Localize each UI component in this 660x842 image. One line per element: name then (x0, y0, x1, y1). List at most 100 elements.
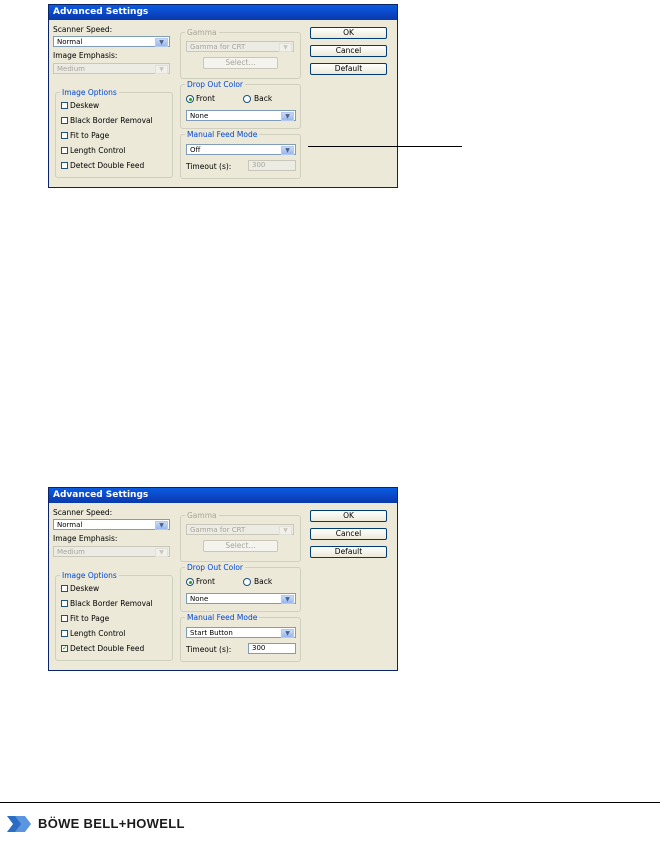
drop-out-color-title: Drop Out Color (185, 80, 245, 89)
bbh-logo-icon (7, 816, 31, 832)
front-radio[interactable] (186, 95, 194, 103)
chevron-down-icon[interactable]: ▼ (155, 521, 168, 530)
image-options-title: Image Options (60, 88, 119, 97)
deskew-checkbox[interactable] (61, 585, 68, 592)
black-border-removal-label: Black Border Removal (70, 116, 153, 125)
image-emphasis-label: Image Emphasis: (53, 51, 118, 60)
timeout-input: 300 (248, 160, 296, 171)
gamma-group: Gamma Gamma for CRT ▼ Select... (180, 28, 301, 79)
timeout-label: Timeout (s): (186, 645, 232, 654)
deskew-label: Deskew (70, 101, 100, 110)
length-control-label: Length Control (70, 146, 126, 155)
gamma-select-button: Select... (203, 540, 278, 552)
ok-button[interactable]: OK (310, 27, 387, 39)
chevron-down-icon: ▼ (279, 526, 292, 535)
chevron-down-icon[interactable]: ▼ (281, 146, 294, 155)
detect-double-feed-label: Detect Double Feed (70, 644, 145, 653)
drop-out-color-dropdown[interactable]: None ▼ (186, 593, 296, 604)
dialog-title: Advanced Settings (49, 5, 397, 20)
fit-to-page-checkbox[interactable] (61, 615, 68, 622)
default-button[interactable]: Default (310, 546, 387, 558)
chevron-down-icon[interactable]: ▼ (281, 629, 294, 638)
manual-feed-mode-dropdown[interactable]: Off ▼ (186, 144, 296, 155)
gamma-group: Gamma Gamma for CRT ▼ Select... (180, 511, 301, 562)
scanner-speed-value: Normal (57, 38, 83, 46)
fit-to-page-label: Fit to Page (70, 614, 110, 623)
gamma-dropdown: Gamma for CRT ▼ (186, 524, 294, 535)
length-control-label: Length Control (70, 629, 126, 638)
chevron-down-icon: ▼ (155, 548, 168, 557)
image-emphasis-value: Medium (57, 548, 85, 556)
advanced-settings-dialog: Advanced Settings Scanner Speed: Normal … (48, 487, 398, 671)
deskew-label: Deskew (70, 584, 100, 593)
default-button[interactable]: Default (310, 63, 387, 75)
footer-logo: BÖWE BELL+HOWELL (6, 813, 184, 835)
cancel-button[interactable]: Cancel (310, 528, 387, 540)
footer-rule (0, 802, 660, 803)
ok-button[interactable]: OK (310, 510, 387, 522)
length-control-checkbox[interactable] (61, 147, 68, 154)
black-border-removal-checkbox[interactable] (61, 600, 68, 607)
dialog-title: Advanced Settings (49, 488, 397, 503)
image-emphasis-value: Medium (57, 65, 85, 73)
chevron-down-icon: ▼ (279, 43, 292, 52)
detect-double-feed-checkbox[interactable] (61, 162, 68, 169)
front-radio[interactable] (186, 578, 194, 586)
gamma-select-button: Select... (203, 57, 278, 69)
manual-feed-mode-title: Manual Feed Mode (185, 613, 260, 622)
scanner-speed-dropdown[interactable]: Normal ▼ (53, 36, 170, 47)
drop-out-color-value: None (190, 112, 209, 120)
gamma-value: Gamma for CRT (190, 526, 246, 534)
back-radio[interactable] (243, 95, 251, 103)
fit-to-page-label: Fit to Page (70, 131, 110, 140)
timeout-input[interactable]: 300 (248, 643, 296, 654)
chevron-down-icon[interactable]: ▼ (155, 38, 168, 47)
drop-out-color-group: Drop Out Color Front Back None ▼ (180, 563, 301, 612)
back-label: Back (254, 94, 273, 103)
manual-feed-mode-group: Manual Feed Mode Start Button ▼ Timeout … (180, 613, 301, 662)
manual-feed-mode-value: Start Button (190, 629, 233, 637)
image-options-group: Image Options Deskew Black Border Remova… (55, 88, 173, 178)
gamma-title: Gamma (185, 511, 219, 520)
front-label: Front (196, 577, 215, 586)
manual-feed-mode-group: Manual Feed Mode Off ▼ Timeout (s): 300 (180, 130, 301, 179)
image-options-group: Image Options Deskew Black Border Remova… (55, 571, 173, 661)
detect-double-feed-checkbox[interactable]: ✓ (61, 645, 68, 652)
manual-feed-mode-value: Off (190, 146, 201, 154)
manual-feed-mode-dropdown[interactable]: Start Button ▼ (186, 627, 296, 638)
checkmark-icon: ✓ (62, 644, 68, 652)
gamma-title: Gamma (185, 28, 219, 37)
image-emphasis-label: Image Emphasis: (53, 534, 118, 543)
brand-name: BÖWE BELL+HOWELL (38, 816, 185, 831)
back-radio[interactable] (243, 578, 251, 586)
manual-feed-mode-title: Manual Feed Mode (185, 130, 260, 139)
back-label: Back (254, 577, 273, 586)
scanner-speed-label: Scanner Speed: (53, 25, 113, 34)
scanner-speed-value: Normal (57, 521, 83, 529)
cancel-button[interactable]: Cancel (310, 45, 387, 57)
chevron-down-icon[interactable]: ▼ (281, 112, 294, 121)
callout-line (308, 146, 462, 147)
fit-to-page-checkbox[interactable] (61, 132, 68, 139)
gamma-dropdown: Gamma for CRT ▼ (186, 41, 294, 52)
drop-out-color-dropdown[interactable]: None ▼ (186, 110, 296, 121)
front-label: Front (196, 94, 215, 103)
gamma-value: Gamma for CRT (190, 43, 246, 51)
black-border-removal-label: Black Border Removal (70, 599, 153, 608)
image-emphasis-dropdown: Medium ▼ (53, 63, 170, 74)
scanner-speed-dropdown[interactable]: Normal ▼ (53, 519, 170, 530)
black-border-removal-checkbox[interactable] (61, 117, 68, 124)
drop-out-color-group: Drop Out Color Front Back None ▼ (180, 80, 301, 129)
drop-out-color-value: None (190, 595, 209, 603)
deskew-checkbox[interactable] (61, 102, 68, 109)
timeout-label: Timeout (s): (186, 162, 232, 171)
chevron-down-icon[interactable]: ▼ (281, 595, 294, 604)
scanner-speed-label: Scanner Speed: (53, 508, 113, 517)
image-emphasis-dropdown: Medium ▼ (53, 546, 170, 557)
length-control-checkbox[interactable] (61, 630, 68, 637)
chevron-down-icon: ▼ (155, 65, 168, 74)
image-options-title: Image Options (60, 571, 119, 580)
advanced-settings-dialog: Advanced Settings Scanner Speed: Normal … (48, 4, 398, 188)
detect-double-feed-label: Detect Double Feed (70, 161, 145, 170)
drop-out-color-title: Drop Out Color (185, 563, 245, 572)
